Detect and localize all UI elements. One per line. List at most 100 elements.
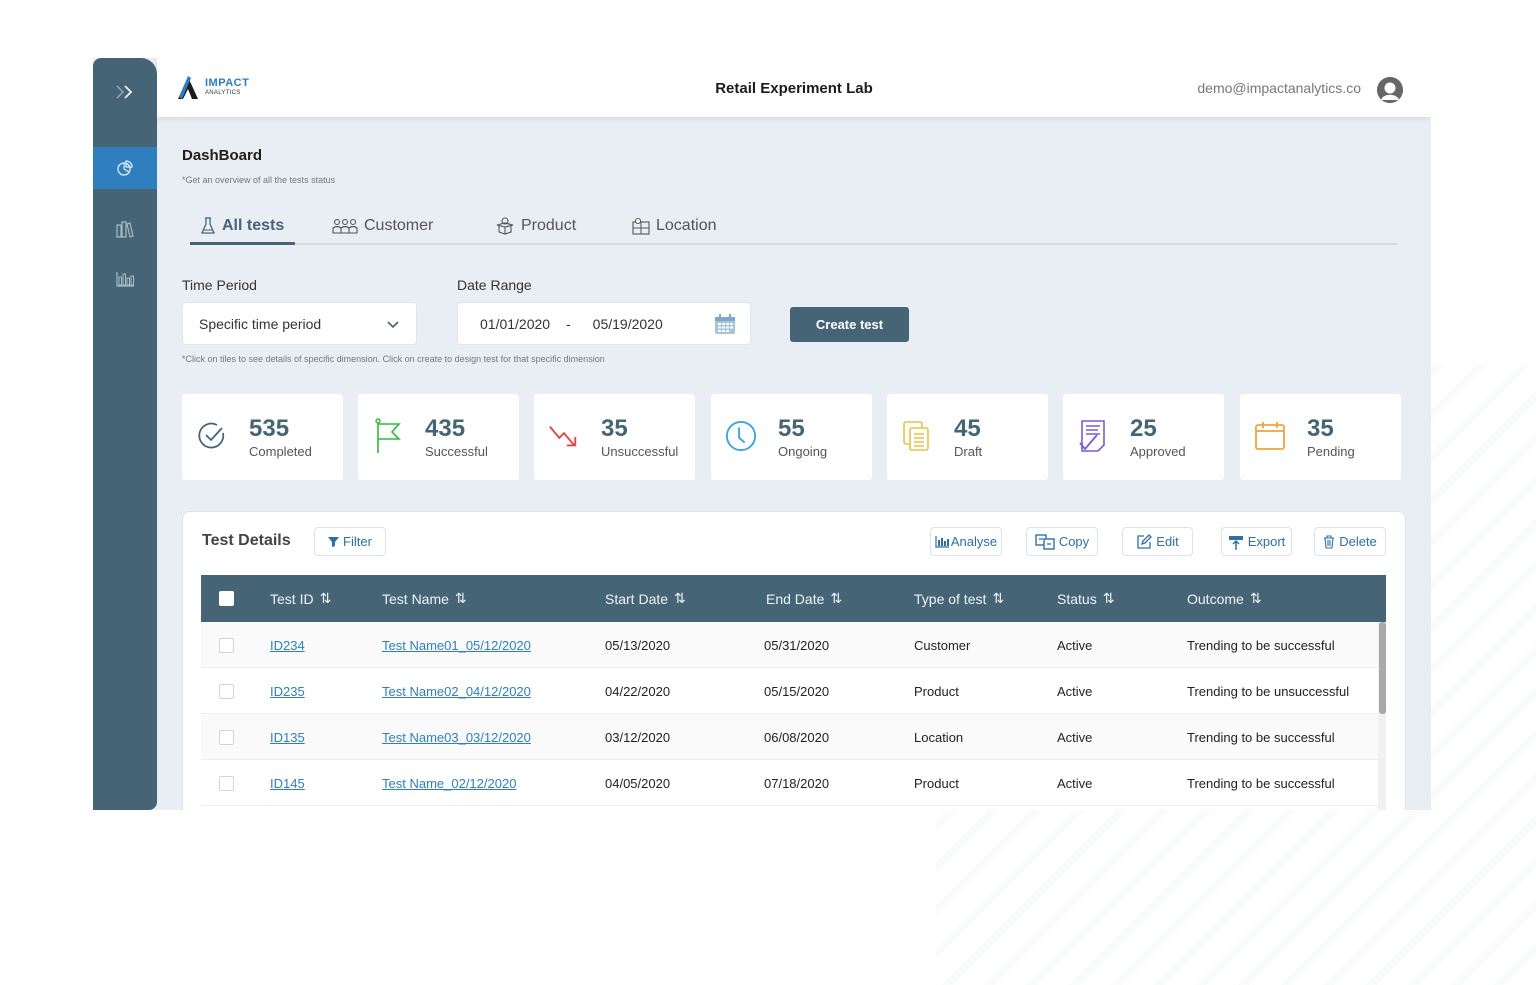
row-checkbox[interactable] — [219, 683, 234, 699]
test-id-link[interactable]: ID135 — [270, 714, 305, 760]
date-range-label: Date Range — [457, 277, 532, 293]
column-label: Test Name — [382, 590, 449, 607]
tab-location[interactable]: Location — [632, 213, 717, 239]
table-row: ID234 Test Name01_05/12/2020 05/13/2020 … — [201, 622, 1386, 668]
row-checkbox[interactable] — [219, 775, 234, 791]
test-name-link[interactable]: Test Name03_03/12/2020 — [382, 714, 531, 760]
user-icon — [1377, 77, 1403, 103]
trend-down-icon — [549, 425, 577, 447]
column-header-test-name[interactable]: Test Name ⇅ — [382, 575, 467, 622]
test-id-link[interactable]: ID145 — [270, 760, 305, 806]
date-separator: - — [566, 315, 571, 332]
filter-icon — [328, 537, 340, 547]
tile-label: Approved — [1130, 444, 1186, 459]
date-to-input[interactable] — [592, 315, 667, 332]
analyse-button[interactable]: Analyse — [930, 527, 1002, 556]
copy-button[interactable]: Copy — [1026, 527, 1098, 556]
tile-successful[interactable]: 435 Successful — [358, 394, 519, 480]
page-title: DashBoard — [182, 147, 263, 164]
tile-value: 35 — [1307, 415, 1334, 442]
test-name-link[interactable]: Test Name02_04/12/2020 — [382, 668, 531, 714]
test-id-link[interactable]: ID235 — [270, 668, 305, 714]
edit-button[interactable]: Edit — [1122, 527, 1193, 556]
tab-customer[interactable]: Customer — [332, 213, 433, 239]
start-date-cell: 04/05/2020 — [605, 775, 671, 791]
trash-icon — [1324, 534, 1335, 549]
time-period-label: Time Period — [182, 277, 257, 293]
tile-unsuccessful[interactable]: 35 Unsuccessful — [534, 394, 695, 480]
analyse-button-label: Analyse — [950, 534, 998, 549]
tab-label: All tests — [222, 217, 285, 234]
row-checkbox[interactable] — [219, 637, 234, 653]
tile-label: Draft — [954, 444, 983, 459]
time-period-select[interactable]: Specific time period — [182, 302, 417, 345]
sidebar-item-library[interactable] — [93, 208, 157, 250]
sidebar-item-reports[interactable] — [93, 258, 157, 300]
row-checkbox[interactable] — [219, 729, 234, 745]
calendar-icon[interactable] — [714, 313, 736, 335]
filters-hint: *Click on tiles to see details of specif… — [182, 354, 605, 364]
flag-icon — [375, 418, 401, 453]
tab-label: Product — [521, 217, 577, 234]
test-name-link[interactable]: Test Name_02/12/2020 — [382, 760, 516, 806]
start-date-cell: 03/12/2020 — [605, 729, 671, 745]
column-label: Type of test — [914, 590, 987, 607]
column-header-type[interactable]: Type of test ⇅ — [914, 575, 1004, 622]
column-label: Outcome — [1187, 590, 1244, 607]
sidebar-item-dashboard[interactable] — [93, 147, 157, 189]
time-period-value: Specific time period — [199, 315, 322, 332]
tab-product[interactable]: Product — [495, 213, 576, 239]
status-cell: Active — [1057, 775, 1093, 791]
date-from-input[interactable] — [480, 315, 554, 332]
delete-button-label: Delete — [1339, 534, 1377, 549]
copy-button-label: Copy — [1058, 534, 1090, 549]
status-cell: Active — [1057, 683, 1093, 699]
tile-completed[interactable]: 535 Completed — [182, 394, 343, 480]
export-button[interactable]: Export — [1221, 527, 1292, 556]
tile-approved[interactable]: 25 Approved — [1063, 394, 1224, 480]
tab-label: Customer — [364, 217, 434, 234]
column-header-test-id[interactable]: Test ID ⇅ — [270, 575, 331, 622]
column-header-start-date[interactable]: Start Date ⇅ — [605, 575, 686, 622]
select-all-checkbox[interactable] — [219, 591, 234, 606]
column-header-end-date[interactable]: End Date ⇅ — [766, 575, 842, 622]
start-date-cell: 04/22/2020 — [605, 683, 671, 699]
start-date-cell: 05/13/2020 — [605, 637, 671, 653]
bar-chart-icon — [935, 535, 949, 548]
column-header-status[interactable]: Status ⇅ — [1057, 575, 1114, 622]
tab-all-tests[interactable]: All tests — [200, 213, 284, 239]
user-avatar[interactable] — [1377, 77, 1403, 103]
test-id-link[interactable]: ID234 — [270, 622, 305, 668]
calendar-icon — [1255, 422, 1285, 450]
bar-chart-icon — [116, 272, 134, 287]
filter-button-label: Filter — [343, 534, 372, 549]
approved-doc-icon — [1079, 420, 1105, 452]
tile-draft[interactable]: 45 Draft — [887, 394, 1048, 480]
tile-pending[interactable]: 35 Pending — [1240, 394, 1401, 480]
table-scrollbar-thumb[interactable] — [1379, 622, 1386, 714]
sort-icon: ⇅ — [1249, 590, 1262, 606]
tile-ongoing[interactable]: 55 Ongoing — [711, 394, 872, 480]
table-body: ID234 Test Name01_05/12/2020 05/13/2020 … — [201, 622, 1386, 806]
export-icon — [1228, 535, 1243, 550]
pie-chart-icon — [117, 160, 133, 176]
sidebar-expand-button[interactable] — [93, 58, 157, 126]
edit-button-label: Edit — [1156, 534, 1179, 549]
sort-icon: ⇅ — [319, 590, 332, 606]
filter-button[interactable]: Filter — [314, 527, 386, 556]
delete-button[interactable]: Delete — [1314, 527, 1386, 556]
end-date-cell: 07/18/2020 — [764, 775, 830, 791]
test-name-link[interactable]: Test Name01_05/12/2020 — [382, 622, 531, 668]
create-test-button[interactable]: Create test — [790, 307, 909, 342]
table-row: ID135 Test Name03_03/12/2020 03/12/2020 … — [201, 714, 1386, 760]
clock-icon — [725, 420, 757, 452]
tile-label: Unsuccessful — [601, 444, 679, 459]
select-all-checkbox-cell — [219, 575, 234, 622]
column-header-outcome[interactable]: Outcome ⇅ — [1187, 575, 1262, 622]
books-icon — [116, 221, 134, 238]
column-label: Start Date — [605, 590, 669, 607]
check-circle-icon — [198, 422, 225, 449]
tile-value: 45 — [954, 415, 981, 442]
end-date-cell: 05/15/2020 — [764, 683, 830, 699]
export-button-label: Export — [1247, 534, 1286, 549]
